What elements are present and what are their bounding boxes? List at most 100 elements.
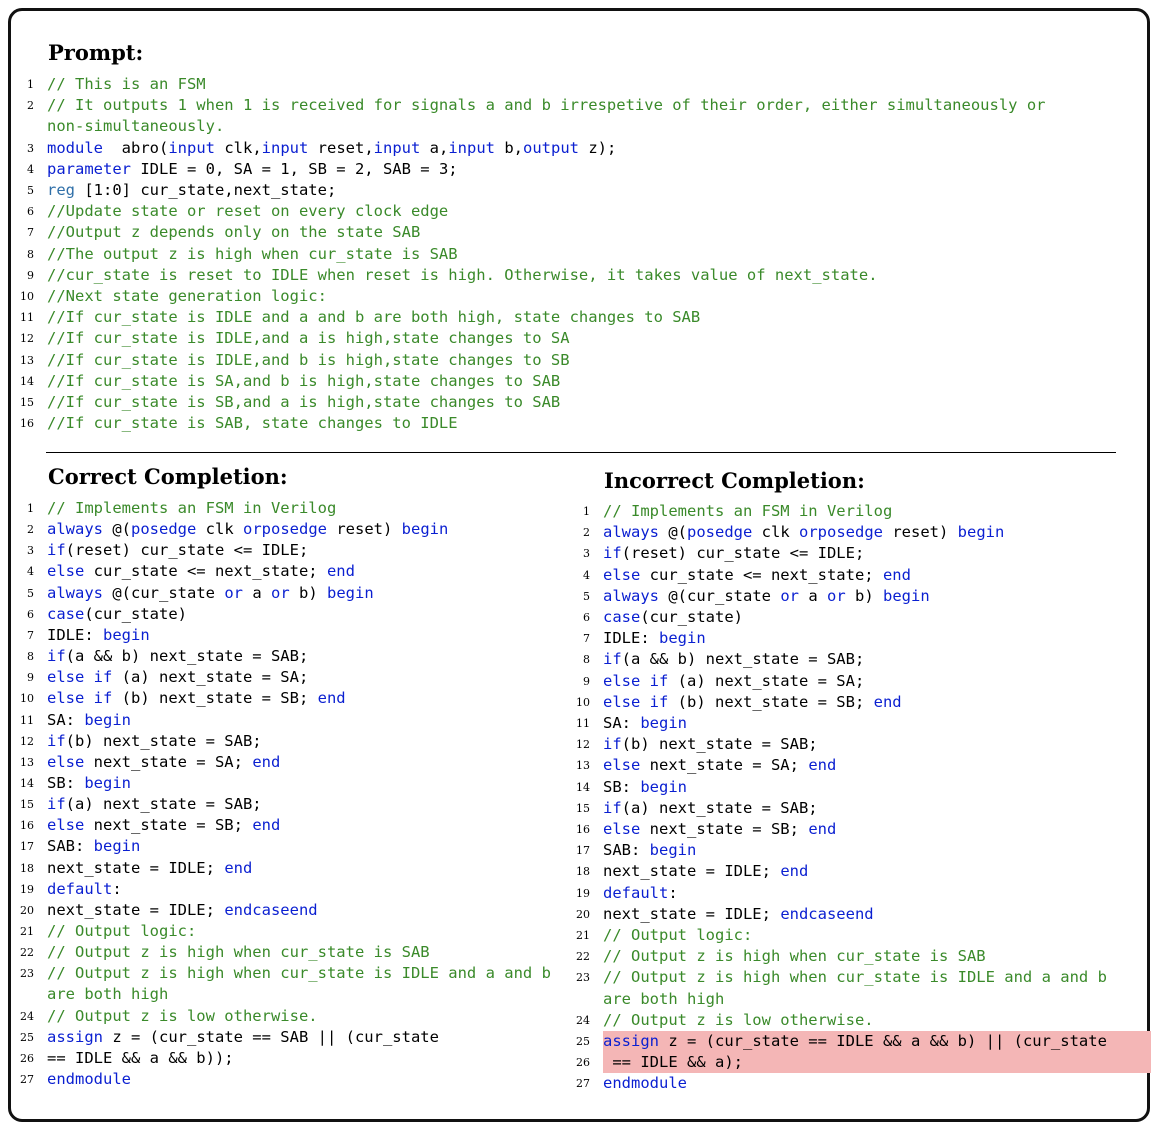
line-number: 18 [576,865,590,879]
code-line: 15 if(a) next_state = SAB; [20,794,584,815]
keyword-token: module [47,138,103,157]
line-number: 25 [576,1035,590,1048]
line-number: 1 [583,505,590,518]
line-text: reg [1:0] cur_state,next_state; [47,180,336,201]
keyword-token: input [448,138,496,157]
code-line: 17 SAB: begin [20,836,584,857]
code-line: 12 //If cur_state is IDLE,and a is high,s… [20,328,1134,349]
line-number: 15 [20,396,34,409]
code-line: 6 //Update state or reset on every clock … [24,201,1134,222]
code-line: 15 //If cur_state is SB,and a is high,sta… [20,392,1134,413]
code-line: 2 // It outputs 1 when 1 is received for … [24,95,1134,116]
keyword-token: end [873,692,902,711]
keyword-token: end [252,816,281,835]
code-token: (a) next_state = SA; [668,671,865,690]
prompt-code-block: 1 // This is an FSM 2 // It outputs 1 when … [20,74,1134,444]
line-text: endmodule [47,1069,131,1090]
keyword-token: endmodule [603,1074,687,1093]
comment-token: // Output z is high when cur_state is ID… [47,964,551,983]
code-token: a, [420,138,449,157]
code-token: next_state = IDLE; [603,862,781,881]
comment-token: // Output z is low otherwise. [47,1006,318,1025]
line-text: //Update state or reset on every clock e… [47,201,448,222]
comment-token: //The output z is high when cur_state is… [47,244,458,263]
keyword-token: else [47,752,85,771]
code-line: 13 else next_state = SA; end [576,755,1152,776]
code-line: 12 if(b) next_state = SAB; [576,734,1152,755]
line-text: next_state = IDLE; end [603,861,808,882]
keyword-token: begin [84,773,131,792]
line-text: // Output logic: [47,921,196,942]
line-text: else next_state = SB; end [603,819,836,840]
code-line: 14 //If cur_state is SA,and b is high,sta… [20,371,1134,392]
code-line: 19 default: [20,879,584,900]
code-token: abro( [103,138,169,157]
line-text: // Output z is high when cur_state is ID… [603,967,1107,988]
code-token: == IDLE && a && b)); [47,1048,234,1067]
code-line: 14 SB: begin [20,773,584,794]
code-line: 15 if(a) next_state = SAB; [576,798,1152,819]
line-number: 18 [20,861,34,875]
line-number: 20 [576,907,590,921]
line-text: next_state = IDLE; end [47,858,252,879]
code-line: 23 // Output z is high when cur_state is … [576,967,1152,988]
code-line: 8 if(a && b) next_state = SAB; [24,646,584,667]
line-text: default: [47,879,122,900]
line-number: 19 [576,886,590,900]
keyword-token: posedge [817,523,883,542]
keyword-token: if [603,544,622,563]
keyword-token: input [168,138,215,157]
code-line: 9 else if (a) next_state = SA; [580,671,1152,692]
keyword-token: always [47,583,103,602]
code-line: 6 case(cur_state) [24,604,584,625]
keyword-token: end [845,904,874,923]
line-number: 22 [20,946,34,960]
line-text: else next_state = SA; end [603,755,836,776]
comment-token: //If cur_state is IDLE,and a is high,sta… [47,329,570,348]
comment-token: are both high [47,985,169,1004]
line-text: are both high [603,989,724,1010]
code-token: (a) next_state = SA; [112,668,309,687]
code-line: 7 IDLE: begin [580,628,1152,649]
code-token: z); [579,138,617,157]
line-number: 3 [27,544,34,558]
keyword-token: end [317,689,346,708]
code-token: (a && b) next_state = SAB; [621,650,865,669]
keyword-token: always [603,586,659,605]
keyword-token: end [780,862,809,881]
line-text: // Output z is high when cur_state is SA… [47,942,430,963]
line-text: //If cur_state is IDLE,and b is high,sta… [47,350,570,371]
line-number: 12 [20,332,34,346]
code-line: 10 else if (b) next_state = SB; end [20,688,584,709]
code-token: [1:0] cur_state,next_state; [75,181,337,199]
line-number: 2 [27,99,34,113]
comment-token: // Output z is low otherwise. [603,1010,874,1029]
keyword-token: input [373,138,421,157]
line-text: //If cur_state is IDLE,and a is high,sta… [47,328,570,349]
line-number: 10 [576,695,590,709]
line-number: 26 [576,1056,590,1070]
code-token: : [668,883,678,902]
code-line: 9 //cur_state is reset to IDLE when reset… [24,265,1134,286]
line-text: // Output logic: [603,925,752,946]
code-token: SB: [47,773,85,792]
keyword-token: if [603,735,622,754]
code-line: 2 always @(posedge clk orposedge reset) b… [580,522,1152,543]
code-line: 10 else if (b) next_state = SB; end [576,692,1152,713]
code-line: 8 if(a && b) next_state = SAB; [580,649,1152,670]
keyword-token: begin [401,520,449,539]
line-text: always @(cur_state or a or b) begin [47,583,374,604]
line-text: if(reset) cur_state <= IDLE; [603,543,864,564]
line-text: assign z = (cur_state == IDLE && a && b)… [603,1031,1107,1052]
code-token: next_state = IDLE; [47,900,225,919]
line-number: 16 [20,819,34,833]
comment-token: //If cur_state is SA,and b is high,state… [47,371,561,390]
incorrect-code-block: 1 // Implements an FSM in Verilog 2 always … [576,501,1152,1101]
keyword-token: else [603,756,641,775]
code-token: a [243,583,271,602]
line-number: 5 [27,184,34,197]
line-text: module abro(input clk,input reset,input … [47,138,616,159]
line-text: // It outputs 1 when 1 is received for s… [47,95,1046,116]
keyword-token: default [603,883,669,902]
line-number: 8 [27,247,34,261]
